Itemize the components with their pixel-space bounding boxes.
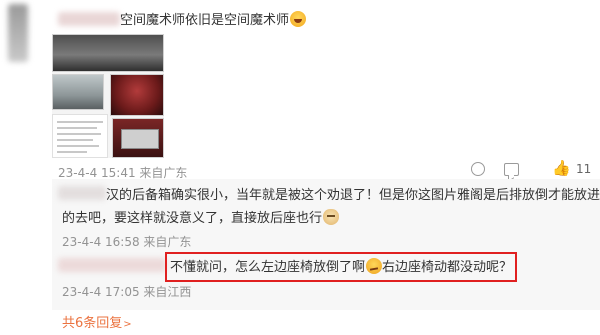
trunk-photo[interactable] <box>52 34 164 72</box>
reply-text-line2: 的去吧，要这样就没意义了，直接放后座也行 <box>62 209 340 228</box>
laugh-emoji-icon <box>290 11 307 27</box>
confused-emoji-icon <box>366 258 383 274</box>
reply-timestamp: 23-4-4 16:58 来自广东 <box>62 235 192 249</box>
share-icon[interactable] <box>471 162 485 176</box>
reply-text-question: 不懂就问，怎么左边座椅放倒了啊 右边座椅动都没动呢？ <box>170 258 513 275</box>
comment-image-grid[interactable] <box>52 34 164 158</box>
car-photo[interactable] <box>52 74 104 110</box>
view-more-replies-link[interactable]: 共6条回复> <box>62 312 132 331</box>
avatar[interactable] <box>8 4 28 62</box>
like-count: 11 <box>576 162 592 176</box>
comment-text: 空间魔术师依旧是空间魔术师 <box>120 11 307 30</box>
article-screenshot[interactable] <box>52 114 108 158</box>
like-icon[interactable]: 👍 <box>552 159 571 177</box>
reply-author-blurred[interactable] <box>58 186 106 200</box>
reply-text-line1: 汉的后备箱确实很小，当年就是被这个劝退了！但是你这图片雅阁是后排放倒才能放进 <box>106 188 600 203</box>
comment-icon[interactable] <box>504 163 519 176</box>
reply-timestamp-2: 23-4-4 17:05 来自江西 <box>62 285 192 299</box>
chevron-right-icon: > <box>123 319 132 330</box>
reply-author-blurred-2[interactable] <box>58 258 166 272</box>
trunk-luggage-photo[interactable] <box>112 118 164 158</box>
trunk-open-photo[interactable] <box>110 74 164 116</box>
commenter-name-blurred[interactable] <box>58 12 120 26</box>
cat-emoji-icon <box>323 209 340 225</box>
